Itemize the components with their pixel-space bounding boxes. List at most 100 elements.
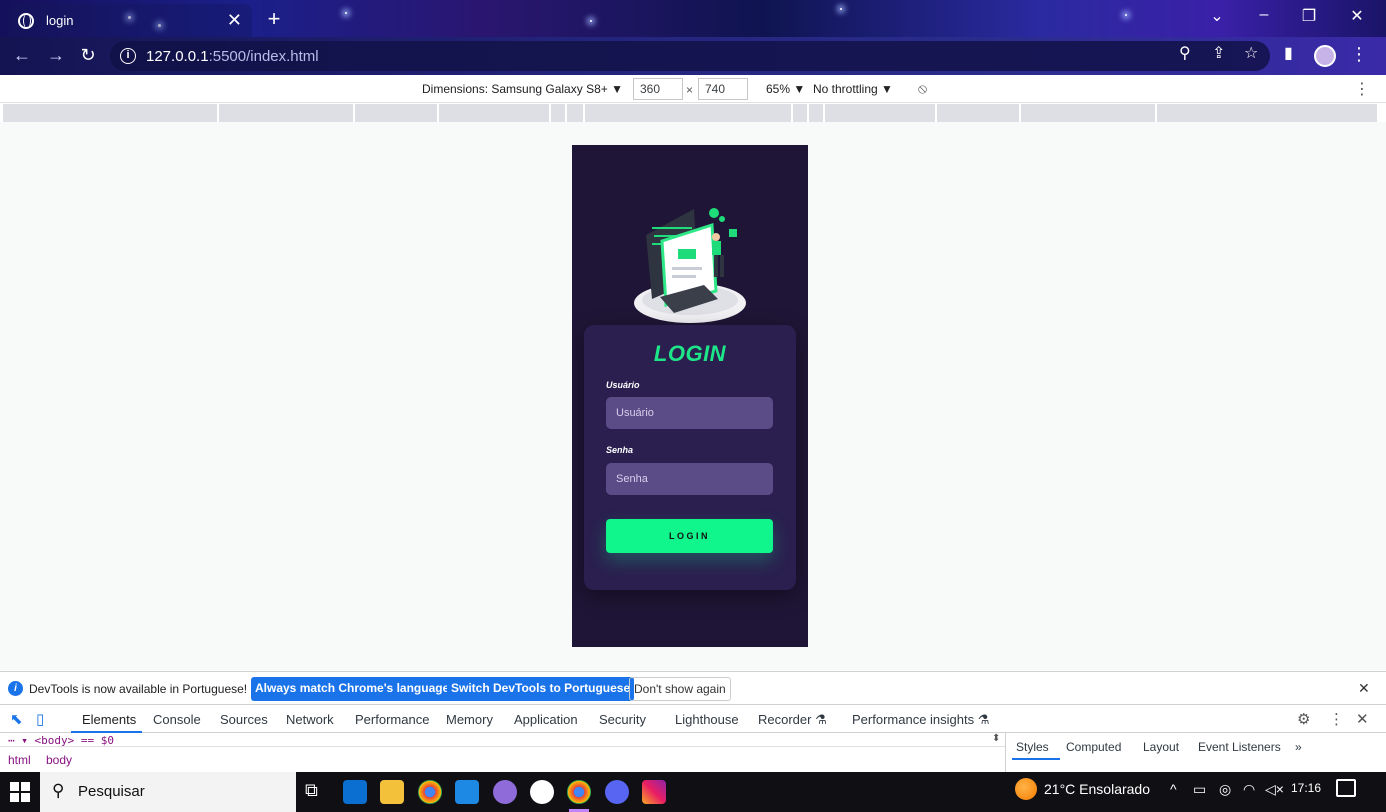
dont-show-again-button[interactable]: Don't show again xyxy=(629,677,731,701)
volume-muted-icon[interactable]: ◁× xyxy=(1265,781,1284,798)
taskbar-search[interactable]: ⚲ Pesquisar xyxy=(40,772,296,812)
github-app-icon[interactable] xyxy=(530,780,554,804)
site-info-icon[interactable]: i xyxy=(120,48,136,64)
device-toggle-icon[interactable]: ▯ xyxy=(36,710,44,728)
reload-button[interactable]: ↻ xyxy=(72,45,104,66)
breadcrumb: html body xyxy=(0,746,1005,772)
windows-start-icon[interactable] xyxy=(10,782,30,802)
close-window-button[interactable]: ✕ xyxy=(1345,6,1369,26)
devtools-panel: ⋯ ▾ <body> == $0 ⬍ html body Styles Comp… xyxy=(0,733,1386,772)
tab-computed[interactable]: Computed xyxy=(1066,740,1121,754)
windows-taskbar: ⚲ Pesquisar ⧉ 21°C Ensolarado ^ ▭ ◎ ◠ ◁×… xyxy=(0,772,1386,812)
weather-text[interactable]: 21°C Ensolarado xyxy=(1044,781,1150,797)
tab-recorder[interactable]: Recorder ⚗ xyxy=(758,712,827,728)
panel-resize-icon[interactable]: ⬍ xyxy=(992,733,1000,744)
breadcrumb-html[interactable]: html xyxy=(8,753,31,767)
browser-tab[interactable]: login ✕ xyxy=(8,4,252,37)
breadcrumb-body[interactable]: body xyxy=(46,753,72,767)
close-infobar-icon[interactable]: ✕ xyxy=(1358,680,1370,697)
restore-button[interactable]: ❐ xyxy=(1297,6,1321,26)
devtools-language-infobar: i DevTools is now available in Portugues… xyxy=(0,671,1386,703)
infobar-message: DevTools is now available in Portuguese! xyxy=(29,682,248,696)
username-label: Usuário xyxy=(606,380,640,390)
vscode-app-icon[interactable] xyxy=(343,780,367,804)
tab-lighthouse[interactable]: Lighthouse xyxy=(675,712,739,727)
tab-console[interactable]: Console xyxy=(153,712,201,727)
tab-security[interactable]: Security xyxy=(599,712,646,727)
share-icon[interactable]: ⇪ xyxy=(1212,43,1225,63)
chrome-active-app-icon[interactable] xyxy=(567,780,591,812)
media-query-ruler[interactable] xyxy=(3,104,1377,122)
camera-icon[interactable]: ◎ xyxy=(1219,781,1231,798)
tab-search-icon[interactable]: ⌄ xyxy=(1205,6,1229,26)
file-explorer-app-icon[interactable] xyxy=(380,780,404,804)
tab-styles[interactable]: Styles xyxy=(1016,740,1049,754)
info-icon: i xyxy=(8,681,23,696)
search-icon: ⚲ xyxy=(52,781,65,800)
browser-tab-bar: login ✕ + ⌄ – ❐ ✕ xyxy=(0,0,1386,37)
throttling-select[interactable]: No throttling ▼ xyxy=(813,82,893,96)
username-input[interactable] xyxy=(606,397,773,429)
close-tab-icon[interactable]: ✕ xyxy=(227,10,242,31)
battery-icon[interactable]: ▭ xyxy=(1193,781,1206,798)
profile-avatar[interactable] xyxy=(1314,45,1336,67)
device-toolbar-more-icon[interactable]: ⋮ xyxy=(1354,79,1370,99)
tab-event-listeners[interactable]: Event Listeners xyxy=(1198,740,1281,754)
switch-to-portuguese-button[interactable]: Switch DevTools to Portuguese xyxy=(447,677,635,701)
tab-performance[interactable]: Performance xyxy=(355,712,429,727)
device-dimensions-select[interactable]: Dimensions: Samsung Galaxy S8+ ▼ xyxy=(422,82,623,96)
wifi-icon[interactable]: ◠ xyxy=(1243,781,1255,798)
browser-toolbar: ← → ↻ i 127.0.0.1:5500/index.html ⚲ ⇪ ☆ … xyxy=(0,37,1386,75)
notification-icon[interactable] xyxy=(1336,779,1356,797)
weather-sun-icon xyxy=(1015,778,1037,800)
password-input[interactable] xyxy=(606,463,773,495)
tab-application[interactable]: Application xyxy=(514,712,578,727)
remote-desktop-app-icon[interactable] xyxy=(455,780,479,804)
minimize-button[interactable]: – xyxy=(1252,6,1276,24)
devtools-menu-icon[interactable]: ⋮ xyxy=(1329,710,1344,728)
device-height-input[interactable]: 740 xyxy=(698,78,748,100)
emulated-viewport: LOGIN Usuário Senha LOGIN xyxy=(0,122,1386,670)
login-heading: LOGIN xyxy=(653,341,727,366)
instagram-app-icon[interactable] xyxy=(642,780,666,804)
tab-elements[interactable]: Elements xyxy=(82,712,136,727)
browser-menu-icon[interactable]: ⋮ xyxy=(1350,44,1368,65)
task-view-icon[interactable]: ⧉ xyxy=(305,780,329,804)
address-bar[interactable]: i 127.0.0.1:5500/index.html xyxy=(110,41,1270,71)
tab-title: login xyxy=(46,13,74,28)
tab-memory[interactable]: Memory xyxy=(446,712,493,727)
device-width-input[interactable]: 360 xyxy=(633,78,683,100)
taskbar-clock[interactable]: 17:16 xyxy=(1291,781,1321,795)
more-tabs-icon[interactable]: » xyxy=(1295,740,1302,754)
zoom-select[interactable]: 65% ▼ xyxy=(766,82,805,96)
dimension-separator: × xyxy=(686,83,694,97)
login-button[interactable]: LOGIN xyxy=(606,519,773,553)
tab-network[interactable]: Network xyxy=(286,712,334,727)
tab-sources[interactable]: Sources xyxy=(220,712,268,727)
inspect-element-icon[interactable]: ⬉ xyxy=(10,710,23,728)
styles-pane-tabs: Styles Computed Layout Event Listeners » xyxy=(1005,733,1386,772)
globe-icon xyxy=(18,12,34,29)
rotate-icon[interactable]: ⦸ xyxy=(918,80,927,97)
settings-gear-icon[interactable]: ⚙ xyxy=(1297,710,1310,728)
close-devtools-icon[interactable]: ✕ xyxy=(1356,710,1369,728)
back-button[interactable]: ← xyxy=(6,45,38,66)
new-tab-button[interactable]: + xyxy=(262,6,286,32)
login-illustration xyxy=(634,208,746,323)
match-language-button[interactable]: Always match Chrome's language xyxy=(251,677,454,701)
bookmark-star-icon[interactable]: ☆ xyxy=(1244,43,1258,63)
taskbar-search-text: Pesquisar xyxy=(78,783,145,800)
password-label: Senha xyxy=(606,445,634,455)
phone-screen: LOGIN Usuário Senha LOGIN xyxy=(572,145,808,647)
app-icon[interactable] xyxy=(493,780,517,804)
tab-performance-insights[interactable]: Performance insights ⚗ xyxy=(852,712,989,728)
active-style-tab-indicator xyxy=(1012,758,1060,760)
tray-overflow-icon[interactable]: ^ xyxy=(1170,781,1177,797)
tab-layout[interactable]: Layout xyxy=(1143,740,1179,754)
side-panel-icon[interactable]: ▮ xyxy=(1284,43,1293,63)
device-toolbar: Dimensions: Samsung Galaxy S8+ ▼ 360 × 7… xyxy=(0,75,1386,103)
forward-button[interactable]: → xyxy=(40,45,72,66)
discord-app-icon[interactable] xyxy=(605,780,629,804)
zoom-icon[interactable]: ⚲ xyxy=(1179,43,1191,63)
chrome-app-icon[interactable] xyxy=(418,780,442,804)
